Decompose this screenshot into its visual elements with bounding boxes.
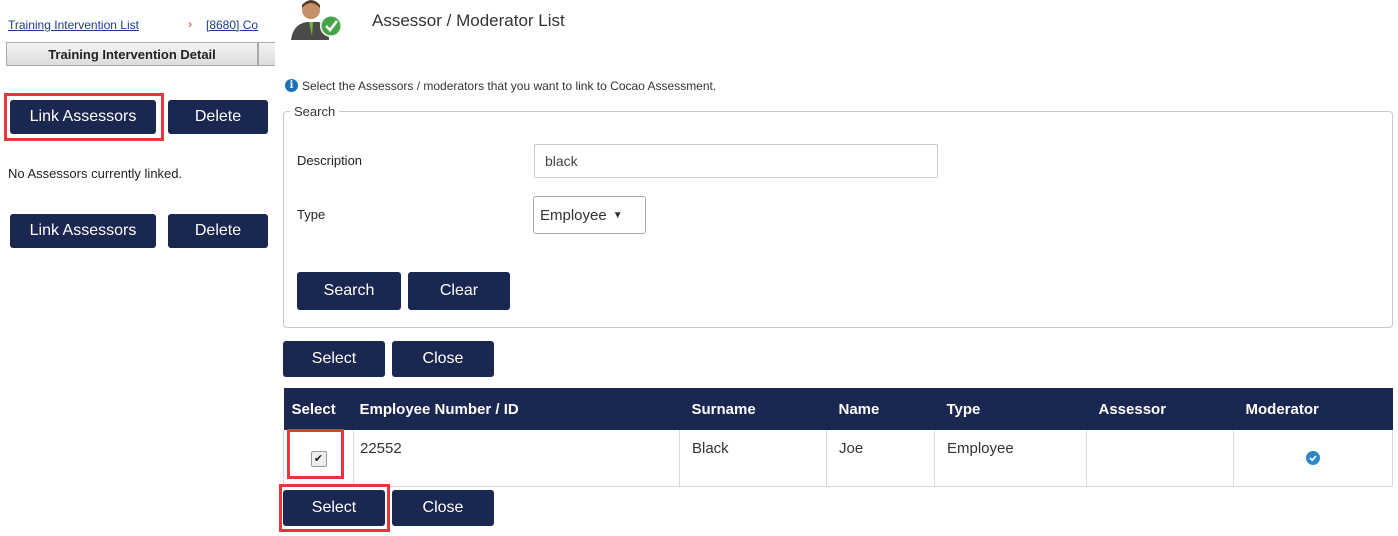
column-select[interactable]: Select <box>283 388 354 430</box>
assessor-table: Select Employee Number / ID Surname Name… <box>283 388 1393 487</box>
type-label: Type <box>297 207 326 222</box>
select-button-top[interactable]: Select <box>283 341 385 377</box>
row-surname: Black <box>679 430 827 487</box>
table-row: ✔ 22552 Black Joe Employee <box>283 430 1393 487</box>
assessor-moderator-dialog: Assessor / Moderator List i Select the A… <box>275 0 1398 536</box>
column-surname[interactable]: Surname <box>679 388 827 430</box>
dialog-title: Assessor / Moderator List <box>372 11 565 30</box>
breadcrumb-separator: › <box>188 17 192 31</box>
breadcrumb-training-intervention-list[interactable]: Training Intervention List <box>8 18 139 32</box>
close-button-bottom[interactable]: Close <box>392 490 494 526</box>
delete-button-top[interactable]: Delete <box>168 100 268 134</box>
link-assessors-button-bottom[interactable]: Link Assessors <box>10 214 156 248</box>
search-legend: Search <box>294 104 336 119</box>
table-header-row: Select Employee Number / ID Surname Name… <box>283 388 1393 430</box>
description-input[interactable]: black <box>534 144 938 178</box>
row-employee-number: 22552 <box>353 430 680 487</box>
row-type: Employee <box>934 430 1087 487</box>
tab-training-intervention-detail[interactable]: Training Intervention Detail <box>6 42 258 66</box>
column-name[interactable]: Name <box>826 388 935 430</box>
column-employee-number[interactable]: Employee Number / ID <box>353 388 680 430</box>
left-pane: Training Intervention List › [8680] Co T… <box>0 0 282 260</box>
row-assessor <box>1086 430 1234 487</box>
column-assessor[interactable]: Assessor <box>1086 388 1234 430</box>
no-assessors-message: No Assessors currently linked. <box>8 166 183 181</box>
clear-button[interactable]: Clear <box>408 272 510 310</box>
row-moderator <box>1233 430 1393 487</box>
column-type[interactable]: Type <box>934 388 1087 430</box>
row-name: Joe <box>826 430 935 487</box>
search-button[interactable]: Search <box>297 272 401 310</box>
delete-button-bottom[interactable]: Delete <box>168 214 268 248</box>
close-button-top[interactable]: Close <box>392 341 494 377</box>
description-input-value: black <box>545 153 578 169</box>
highlight-select-bottom <box>279 484 390 532</box>
info-message: Select the Assessors / moderators that y… <box>302 79 717 93</box>
breadcrumb-current[interactable]: [8680] Co <box>206 18 258 32</box>
type-select-value: Employee <box>540 206 607 224</box>
dropdown-arrow-icon: ▼ <box>612 209 623 221</box>
highlight-row-checkbox <box>287 429 344 479</box>
description-label: Description <box>297 153 363 168</box>
info-icon: i <box>285 79 298 92</box>
highlight-link-assessors <box>4 93 164 141</box>
user-check-avatar-icon <box>285 0 343 40</box>
column-moderator[interactable]: Moderator <box>1233 388 1393 430</box>
moderator-check-icon <box>1306 450 1320 465</box>
type-select[interactable]: Employee ▼ <box>533 196 646 234</box>
